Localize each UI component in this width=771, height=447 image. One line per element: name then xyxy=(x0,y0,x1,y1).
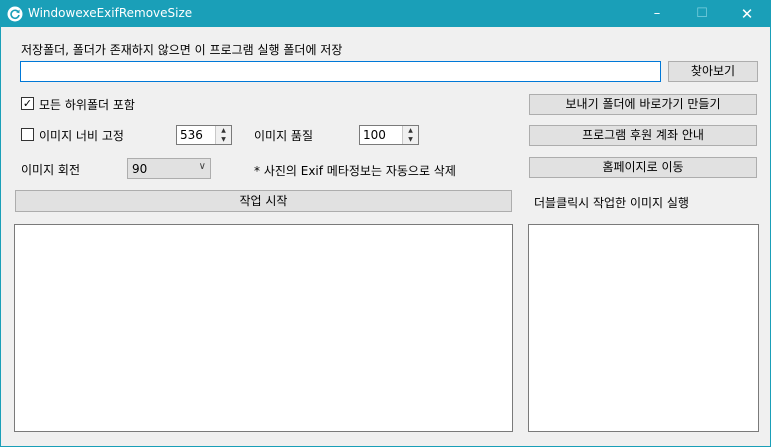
rotation-dropdown[interactable]: 90 ∨ xyxy=(127,158,211,179)
log-listbox[interactable] xyxy=(14,224,513,432)
start-button[interactable]: 작업 시작 xyxy=(15,190,512,212)
exif-note: * 사진의 Exif 메타정보는 자동으로 삭제 xyxy=(254,164,456,178)
maximize-icon: ☐ xyxy=(696,6,708,21)
result-hint: 더블클릭시 작업한 이미지 실행 xyxy=(534,196,689,210)
maximize-button[interactable]: ☐ xyxy=(680,1,724,27)
browse-button[interactable]: 찾아보기 xyxy=(668,61,758,82)
homepage-button[interactable]: 홈페이지로 이동 xyxy=(529,157,757,178)
minimize-icon: – xyxy=(653,6,661,21)
window-title: WindowexeExifRemoveSize xyxy=(28,6,193,20)
fixed-width-checkbox[interactable] xyxy=(21,128,34,141)
fixed-width-label: 이미지 너비 고정 xyxy=(39,129,124,143)
close-icon: ✕ xyxy=(740,5,754,23)
minimize-button[interactable]: – xyxy=(635,1,679,27)
width-stepper[interactable]: 536 ▲ ▼ xyxy=(176,125,232,145)
app-window: WindowexeExifRemoveSize – ☐ ✕ 저장폴더, 폴더가 … xyxy=(0,0,771,447)
chevron-down-icon: ∨ xyxy=(198,161,206,172)
quality-value: 100 xyxy=(363,128,386,142)
rotation-value: 90 xyxy=(132,162,148,176)
arrow-down-icon[interactable]: ▼ xyxy=(216,135,231,144)
save-folder-input[interactable] xyxy=(20,61,661,82)
width-stepper-arrows: ▲ ▼ xyxy=(215,126,231,144)
title-bar[interactable]: WindowexeExifRemoveSize – ☐ ✕ xyxy=(1,1,770,27)
quality-stepper-arrows: ▲ ▼ xyxy=(402,126,418,144)
check-icon: ✓ xyxy=(22,97,33,110)
close-button[interactable]: ✕ xyxy=(725,1,769,27)
rotation-label: 이미지 회전 xyxy=(21,163,81,177)
quality-stepper[interactable]: 100 ▲ ▼ xyxy=(359,125,419,145)
all-subfolders-label: 모든 하위폴더 포함 xyxy=(39,98,135,112)
create-shortcut-button[interactable]: 보내기 폴더에 바로가기 만들기 xyxy=(529,94,757,115)
refresh-icon xyxy=(7,6,23,22)
donation-info-button[interactable]: 프로그램 후원 계좌 안내 xyxy=(529,125,757,146)
save-folder-label: 저장폴더, 폴더가 존재하지 않으면 이 프로그램 실행 폴더에 저장 xyxy=(21,43,343,57)
quality-label: 이미지 품질 xyxy=(254,129,314,143)
arrow-down-icon[interactable]: ▼ xyxy=(403,135,418,144)
width-value: 536 xyxy=(180,128,203,142)
result-image-list[interactable] xyxy=(528,224,759,432)
all-subfolders-checkbox[interactable]: ✓ xyxy=(21,97,34,110)
